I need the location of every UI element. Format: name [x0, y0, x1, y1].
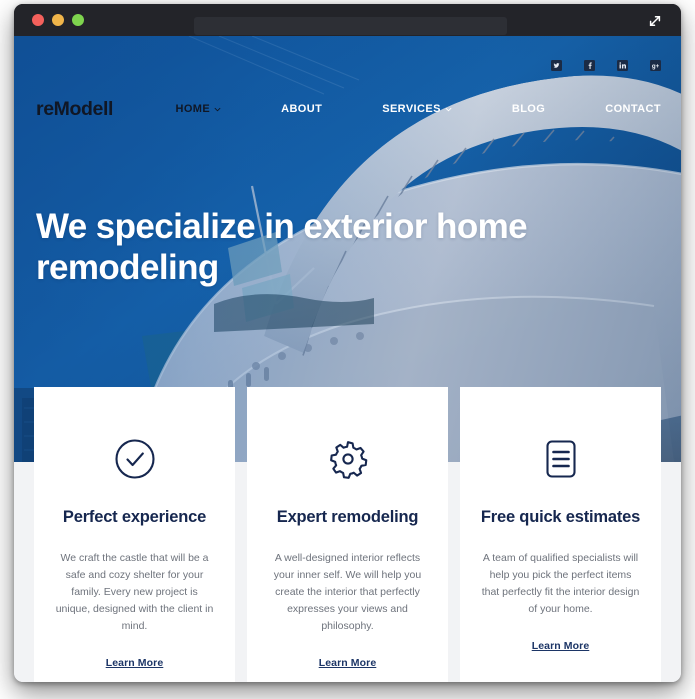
card-body-text: A well-designed interior reflects your i…	[273, 551, 422, 632]
twitter-icon[interactable]	[551, 60, 562, 71]
card-body-text: We craft the castle that will be a safe …	[55, 551, 214, 632]
nav-item-home-label: HOME	[175, 103, 211, 115]
learn-more-link[interactable]: Learn More	[532, 640, 590, 652]
card-title: Perfect experience	[62, 508, 207, 526]
card-title: Free quick estimates	[480, 508, 641, 526]
nav-item-blog-label: BLOG	[511, 103, 546, 115]
site-logo[interactable]: reModell	[36, 98, 113, 121]
feature-card-expert-remodeling: Expert remodeling A well-designed interi…	[247, 387, 448, 682]
nav-item-blog[interactable]: BLOG	[482, 103, 575, 115]
nav-item-contact[interactable]: CONTACT	[575, 103, 661, 115]
linkedin-icon[interactable]	[617, 60, 628, 71]
feature-card-free-quick-estimates: Free quick estimates A team of qualified…	[460, 387, 661, 682]
nav-item-services[interactable]: SERVICES	[352, 103, 482, 115]
facebook-icon[interactable]	[584, 60, 595, 71]
document-lines-icon	[538, 433, 584, 485]
nav-item-about-label: ABOUT	[281, 103, 323, 115]
close-window-button[interactable]	[32, 14, 44, 26]
nav-links: HOME ABOUT SERVICES BLOG CONTACT	[113, 103, 661, 115]
social-links: g+	[551, 60, 661, 71]
address-bar-input[interactable]	[194, 17, 507, 35]
main-navigation: reModell HOME ABOUT SERVICES BLOG CONTAC…	[14, 92, 681, 126]
gear-icon	[325, 433, 371, 485]
hero-headline: We specialize in exterior home remodelin…	[36, 207, 528, 288]
google-plus-icon[interactable]: g+	[650, 60, 661, 71]
chevron-down-icon	[445, 107, 452, 111]
traffic-light-group	[32, 14, 84, 26]
minimize-window-button[interactable]	[52, 14, 64, 26]
chevron-down-icon	[214, 107, 221, 111]
expand-diagonal-icon	[649, 15, 661, 27]
nav-item-home[interactable]: HOME	[145, 103, 251, 115]
check-circle-icon	[112, 433, 158, 485]
card-title: Expert remodeling	[276, 508, 419, 526]
nav-item-services-label: SERVICES	[382, 103, 441, 115]
card-body-text: A team of qualified specialists will hel…	[481, 551, 640, 615]
page-viewport: g+ reModell HOME ABOUT SERVICES BLOG CON…	[14, 36, 681, 682]
learn-more-link[interactable]: Learn More	[106, 657, 164, 669]
expand-window-button[interactable]	[645, 12, 665, 30]
browser-window: g+ reModell HOME ABOUT SERVICES BLOG CON…	[14, 4, 681, 682]
feature-card-perfect-experience: Perfect experience We craft the castle t…	[34, 387, 235, 682]
browser-titlebar	[14, 4, 681, 36]
maximize-window-button[interactable]	[72, 14, 84, 26]
nav-item-about[interactable]: ABOUT	[251, 103, 352, 115]
svg-text:g+: g+	[652, 63, 660, 70]
nav-item-contact-label: CONTACT	[605, 103, 661, 115]
feature-cards: Perfect experience We craft the castle t…	[14, 387, 681, 682]
learn-more-link[interactable]: Learn More	[319, 657, 377, 669]
